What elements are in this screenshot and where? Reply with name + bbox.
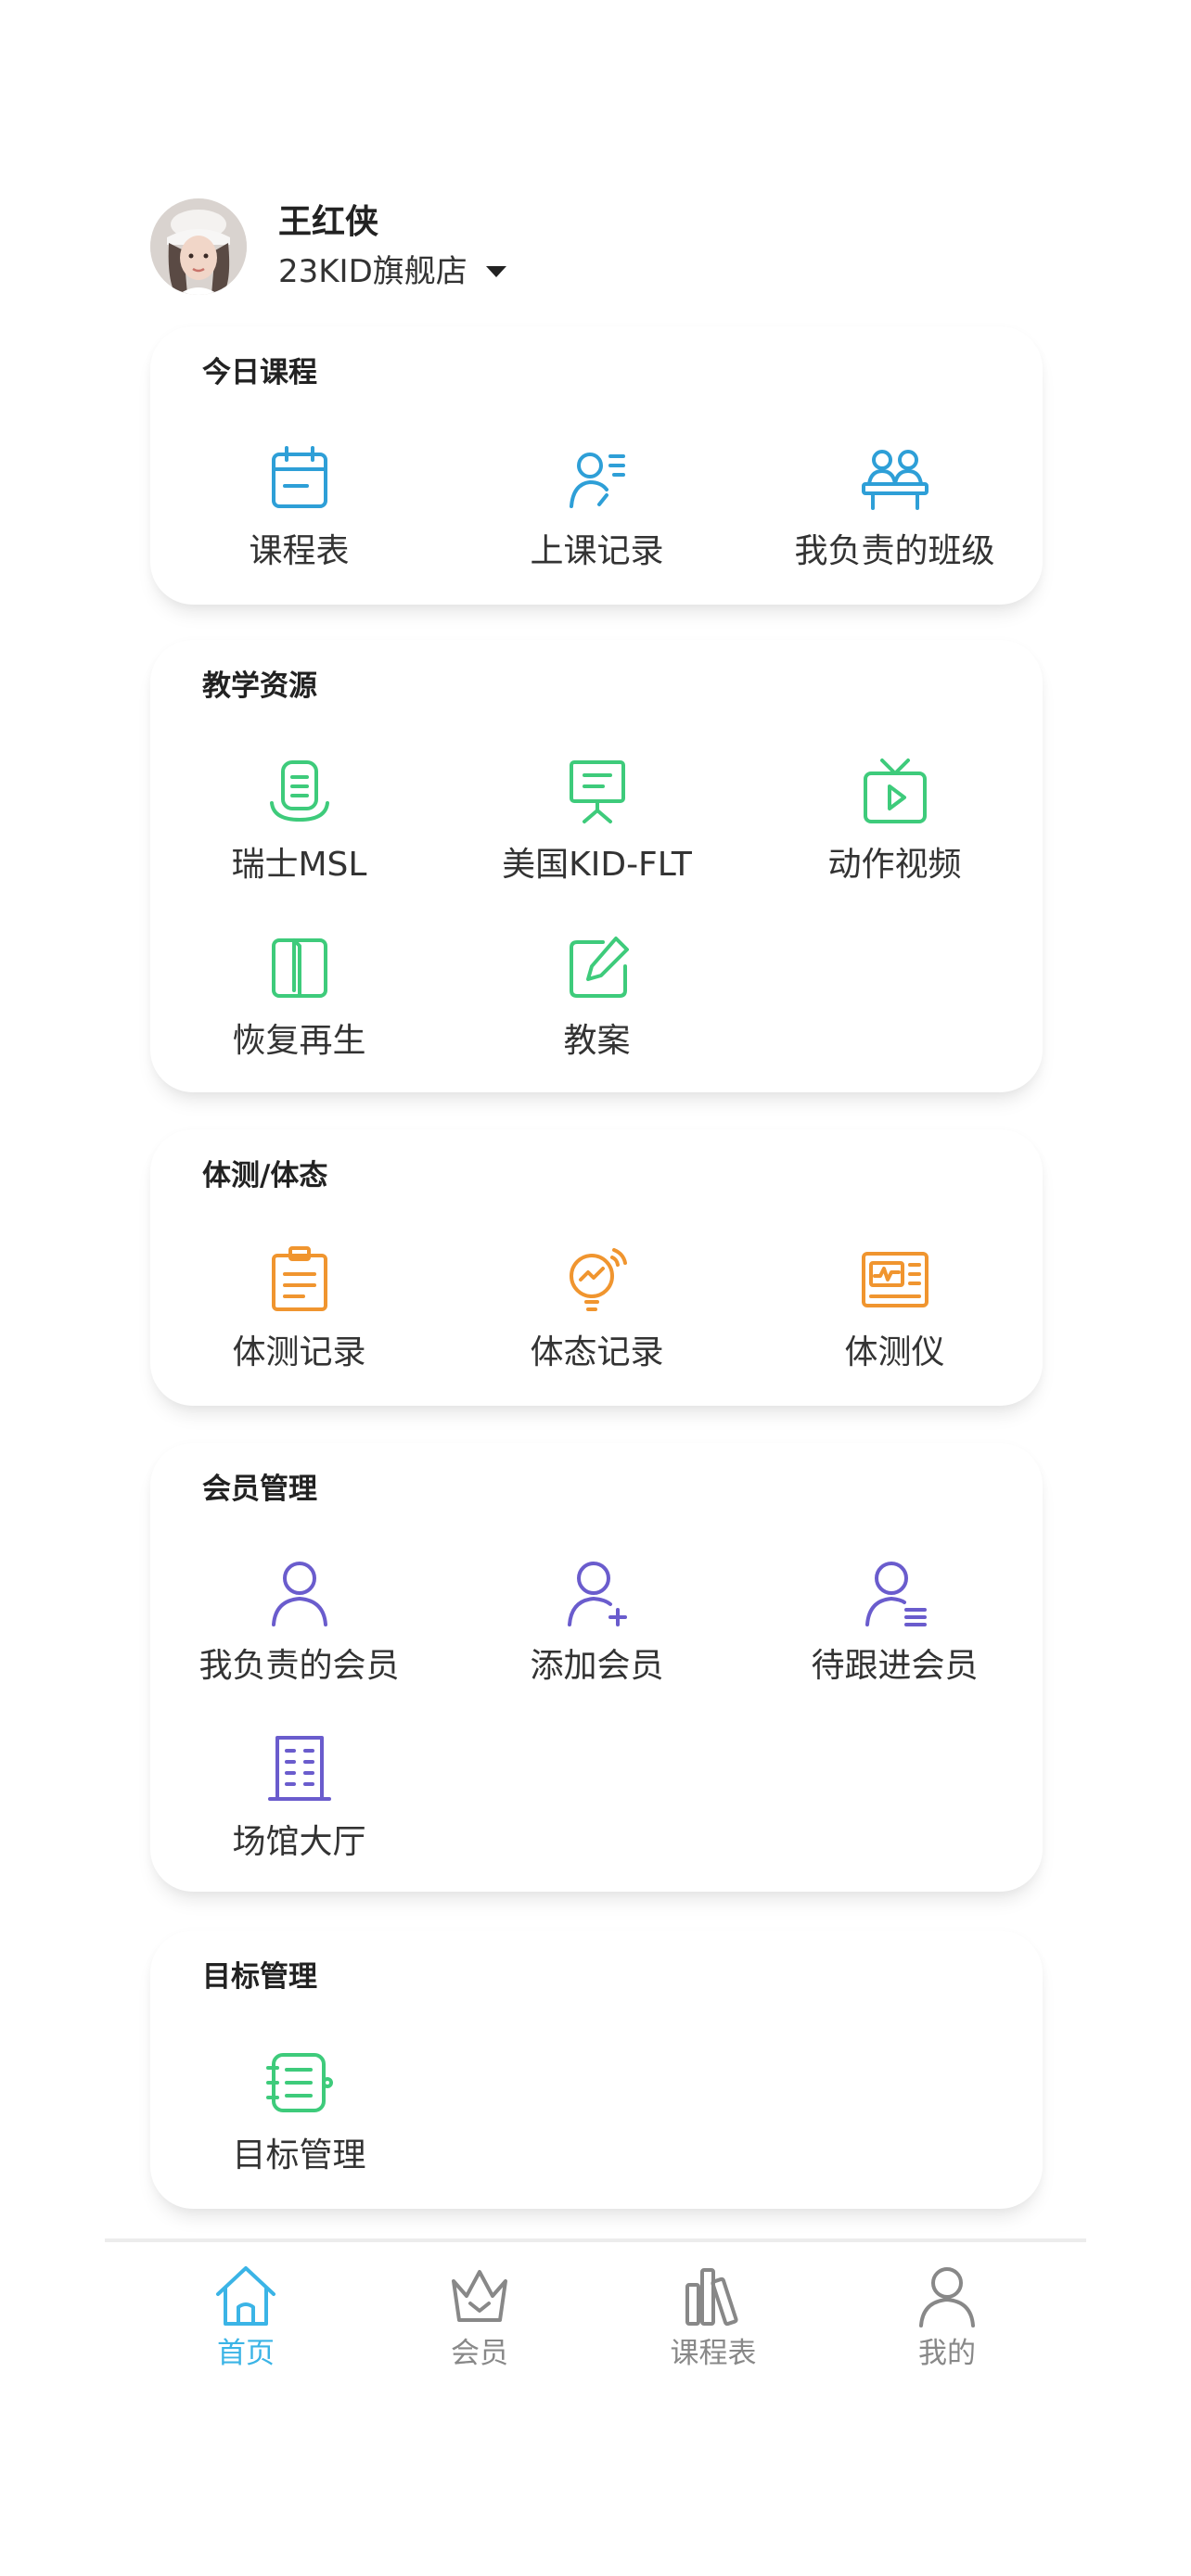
goal-management-label: 目标管理 xyxy=(232,2136,366,2174)
presentation-board-icon xyxy=(562,757,633,827)
action-video-item[interactable]: 动作视频 xyxy=(746,757,1044,914)
monitor-device-icon xyxy=(860,1244,930,1315)
msl-item[interactable]: 瑞士MSL xyxy=(150,757,448,914)
tab-members-label: 会员 xyxy=(451,2337,508,2370)
follow-up-members-item[interactable]: 待跟进会员 xyxy=(746,1558,1044,1715)
tab-home[interactable]: 首页 xyxy=(153,2263,339,2372)
venue-hall-label: 场馆大厅 xyxy=(232,1823,366,1861)
schedule-item[interactable]: 课程表 xyxy=(150,443,448,601)
building-icon xyxy=(264,1734,335,1804)
recovery-label: 恢复再生 xyxy=(232,1022,366,1060)
venue-hall-item[interactable]: 场馆大厅 xyxy=(150,1734,448,1892)
goal-management-card: 目标管理 目标管理 xyxy=(150,1931,1043,2209)
recovery-item[interactable]: 恢复再生 xyxy=(150,933,448,1090)
member-management-card: 会员管理 我负责的会员 添加会员 待跟进会员 场馆大厅 xyxy=(150,1443,1043,1892)
card-title: 教学资源 xyxy=(202,670,317,703)
caret-down-icon[interactable] xyxy=(485,266,506,277)
class-record-label: 上课记录 xyxy=(530,532,664,570)
follow-up-members-label: 待跟进会员 xyxy=(811,1647,979,1685)
home-page: 王红侠 23KID旗舰店 今日课程 课程表 上课记录 我负责的班级 教学资源 瑞… xyxy=(0,0,1191,2576)
edit-note-icon xyxy=(562,933,633,1003)
person-add-icon xyxy=(562,1558,633,1628)
card-title: 目标管理 xyxy=(202,1960,317,1994)
msl-label: 瑞士MSL xyxy=(231,846,367,884)
bottom-tab-bar: 首页 会员 课程表 我的 xyxy=(0,2263,1191,2402)
class-group-icon xyxy=(860,443,930,514)
tab-mine[interactable]: 我的 xyxy=(854,2263,1040,2372)
books-icon xyxy=(680,2263,747,2329)
body-test-record-label: 体测记录 xyxy=(232,1333,366,1371)
add-member-label: 添加会员 xyxy=(530,1647,664,1685)
person-list-icon xyxy=(860,1558,930,1628)
card-title: 今日课程 xyxy=(202,356,317,389)
bulb-chart-icon xyxy=(562,1244,633,1315)
home-icon xyxy=(212,2263,279,2329)
target-list-icon xyxy=(264,2047,335,2118)
goal-management-item[interactable]: 目标管理 xyxy=(150,2047,448,2205)
posture-record-item[interactable]: 体态记录 xyxy=(448,1244,746,1402)
posture-record-label: 体态记录 xyxy=(530,1333,664,1371)
class-record-item[interactable]: 上课记录 xyxy=(448,443,746,601)
store-switcher[interactable]: 23KID旗舰店 xyxy=(278,251,506,292)
calendar-icon xyxy=(264,443,335,514)
lesson-plan-label: 教案 xyxy=(563,1022,631,1060)
action-video-label: 动作视频 xyxy=(827,846,962,884)
my-classes-label: 我负责的班级 xyxy=(794,532,995,570)
my-members-label: 我负责的会员 xyxy=(198,1647,400,1685)
avatar[interactable] xyxy=(150,198,247,295)
add-member-item[interactable]: 添加会员 xyxy=(448,1558,746,1715)
tabbar-divider xyxy=(105,2238,1086,2242)
today-courses-card: 今日课程 课程表 上课记录 我负责的班级 xyxy=(150,326,1043,605)
tab-schedule[interactable]: 课程表 xyxy=(621,2263,806,2372)
teacher-record-icon xyxy=(562,443,633,514)
document-stand-icon xyxy=(264,757,335,827)
clipboard-list-icon xyxy=(264,1244,335,1315)
kid-flt-item[interactable]: 美国KID-FLT xyxy=(448,757,746,914)
my-classes-item[interactable]: 我负责的班级 xyxy=(746,443,1044,601)
lesson-plan-item[interactable]: 教案 xyxy=(448,933,746,1090)
tv-play-icon xyxy=(860,757,930,827)
body-tester-label: 体测仪 xyxy=(844,1333,945,1371)
tab-home-label: 首页 xyxy=(217,2337,275,2370)
schedule-label: 课程表 xyxy=(249,532,350,570)
teaching-resources-card: 教学资源 瑞士MSL 美国KID-FLT 动作视频 恢复再生 教案 xyxy=(150,640,1043,1092)
user-info: 王红侠 23KID旗舰店 xyxy=(278,201,506,292)
tab-members[interactable]: 会员 xyxy=(387,2263,572,2372)
profile-icon xyxy=(914,2263,980,2329)
user-name: 王红侠 xyxy=(278,203,379,241)
tab-mine-label: 我的 xyxy=(918,2337,976,2370)
my-members-item[interactable]: 我负责的会员 xyxy=(150,1558,448,1715)
crown-icon xyxy=(446,2263,513,2329)
kid-flt-label: 美国KID-FLT xyxy=(502,846,692,884)
user-header: 王红侠 23KID旗舰店 xyxy=(150,198,506,295)
card-title: 会员管理 xyxy=(202,1473,317,1506)
body-test-card: 体测/体态 体测记录 体态记录 体测仪 xyxy=(150,1129,1043,1406)
body-test-record-item[interactable]: 体测记录 xyxy=(150,1244,448,1402)
store-name[interactable]: 23KID旗舰店 xyxy=(278,251,467,292)
tab-schedule-label: 课程表 xyxy=(670,2337,757,2370)
card-title: 体测/体态 xyxy=(202,1159,328,1192)
open-book-icon xyxy=(264,933,335,1003)
person-icon xyxy=(264,1558,335,1628)
body-tester-item[interactable]: 体测仪 xyxy=(746,1244,1044,1402)
